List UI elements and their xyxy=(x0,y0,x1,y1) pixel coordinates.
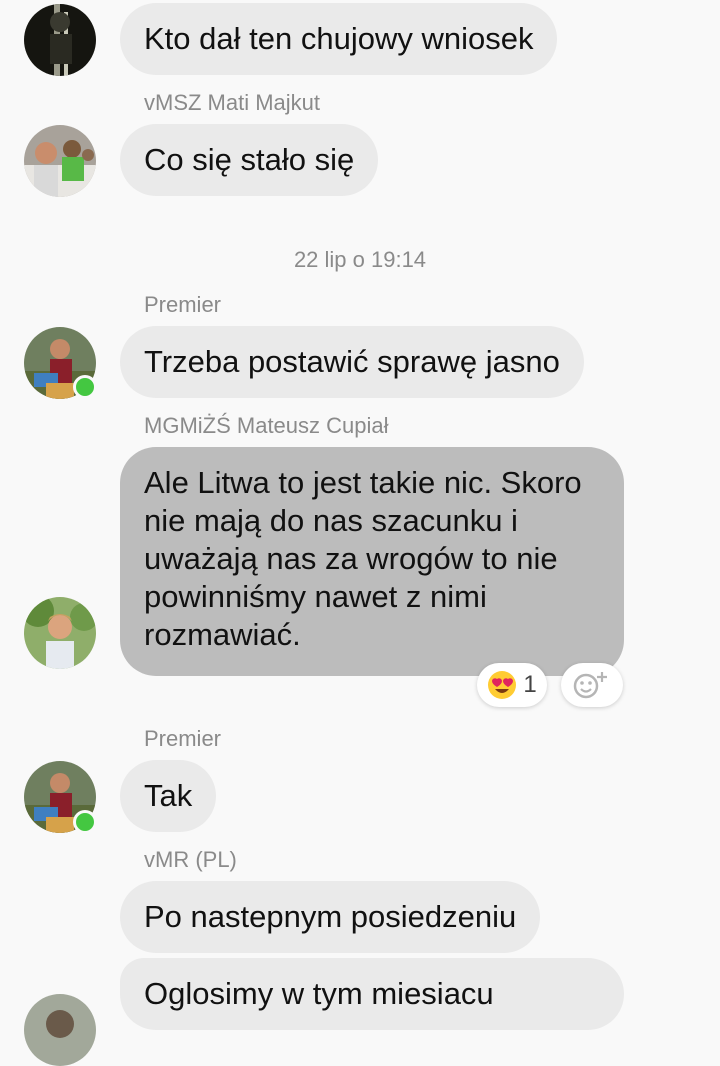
add-reaction-icon xyxy=(573,672,607,699)
message-bubble[interactable]: Trzeba postawić sprawę jasno xyxy=(120,326,584,398)
message-bubble[interactable]: Co się stało się xyxy=(120,124,379,196)
avatar[interactable] xyxy=(24,4,96,76)
reaction-count: 1 xyxy=(523,671,537,698)
add-reaction-button[interactable] xyxy=(561,663,623,707)
avatar[interactable] xyxy=(24,994,96,1066)
timestamp-divider: 22 lip o 19:14 xyxy=(293,247,427,272)
message-bubble[interactable]: Ale Litwa to jest takie nic. Skoro nie m… xyxy=(120,447,624,676)
message-bubble[interactable]: Kto dał ten chujowy wniosek xyxy=(120,3,558,75)
reaction-badge[interactable]: 1 xyxy=(477,663,547,707)
sender-name: vMSZ Mati Majkut xyxy=(144,90,321,115)
sender-name: MGMiŻŚ Mateusz Cupiał xyxy=(144,413,389,438)
sender-name: vMR (PL) xyxy=(144,847,237,872)
heart-eyes-emoji-icon xyxy=(488,671,517,699)
sender-name: Premier xyxy=(144,292,222,317)
online-status-indicator xyxy=(73,810,97,834)
avatar[interactable] xyxy=(24,125,96,197)
online-status-indicator xyxy=(73,375,97,399)
sender-name: Premier xyxy=(144,726,222,751)
message-bubble[interactable]: Tak xyxy=(120,760,217,832)
avatar[interactable] xyxy=(24,597,96,669)
message-bubble[interactable]: Po nastepnym posiedzeniu xyxy=(120,881,541,953)
message-bubble[interactable]: Oglosimy w tym miesiacu xyxy=(120,958,624,1030)
